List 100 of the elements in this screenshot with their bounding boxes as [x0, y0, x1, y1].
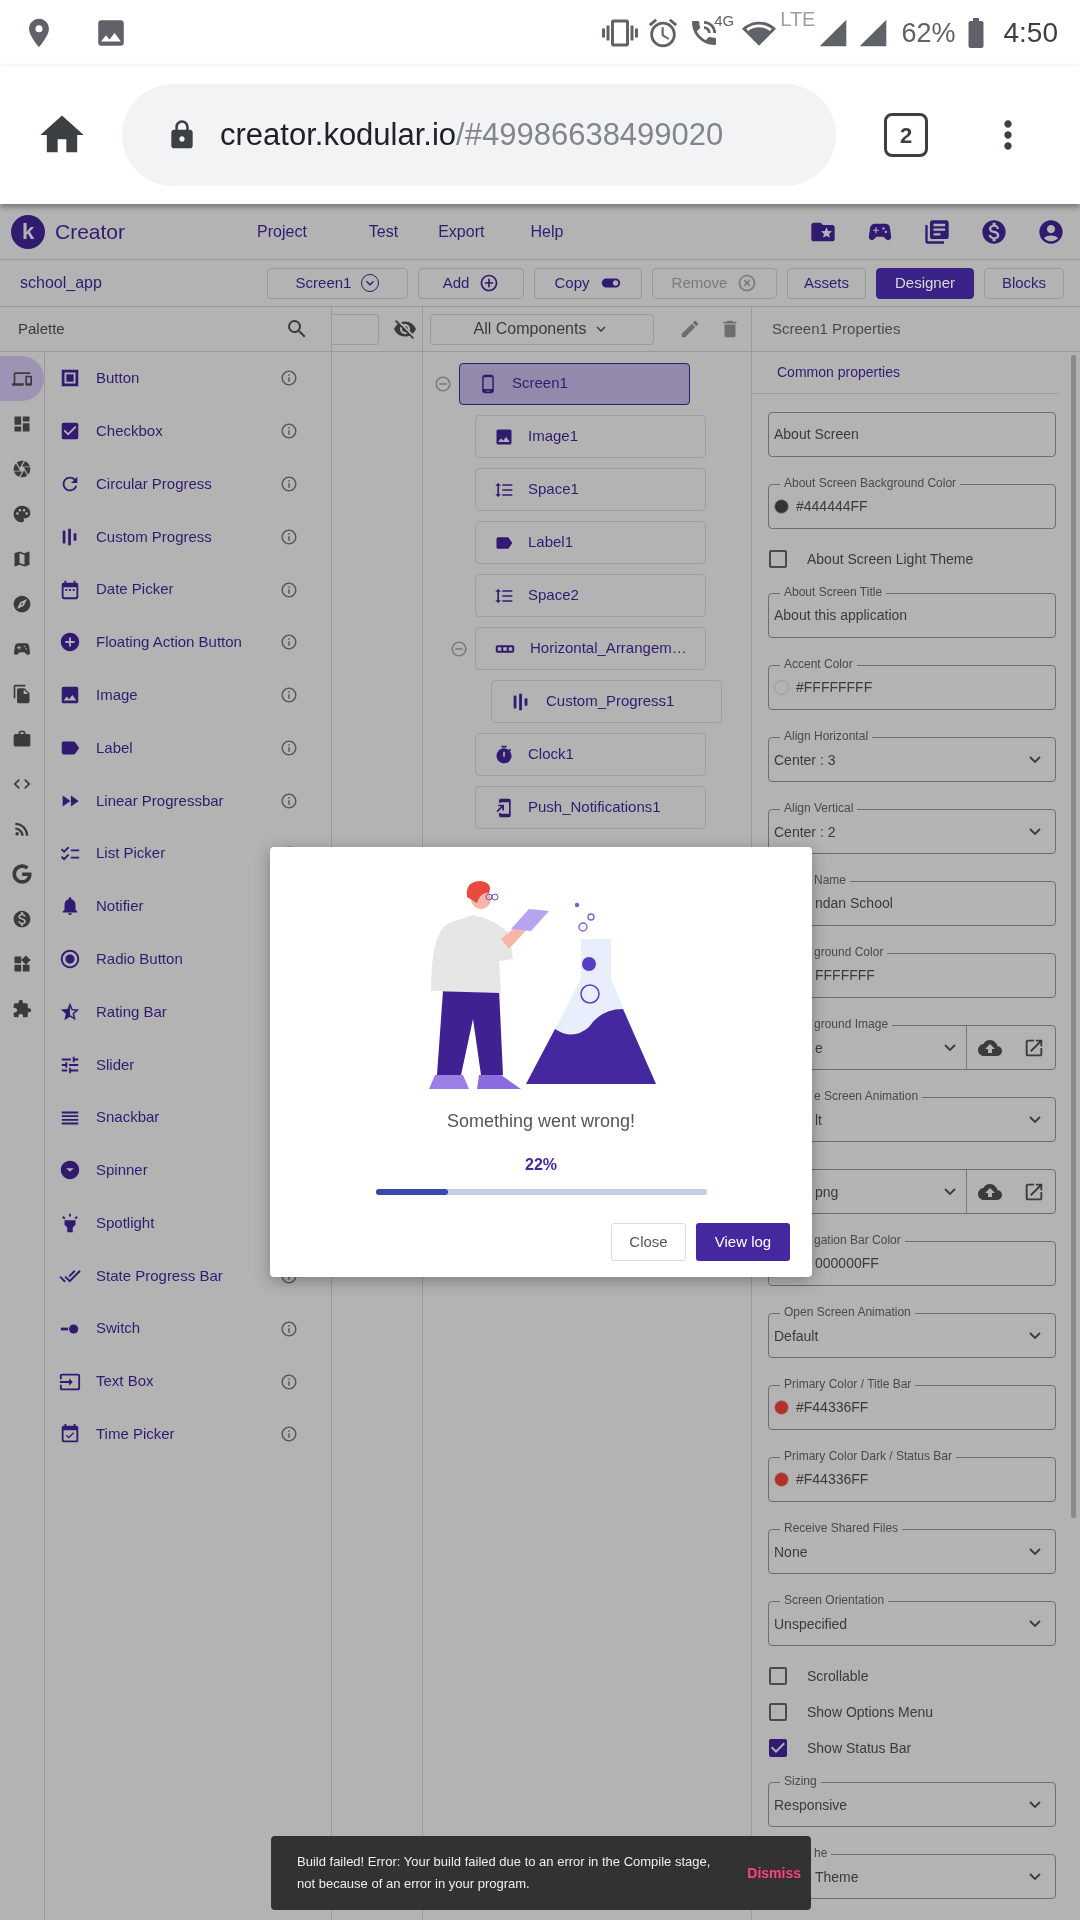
snackbar-message: Build failed! Error: Your build failed due to an error in the Compile stage, not because of an error in your program.	[297, 1853, 712, 1893]
component-node[interactable]: Push_Notifications1	[475, 786, 706, 829]
checkbox-label: Scrollable	[807, 1666, 869, 1686]
view-log-button[interactable]: View log	[696, 1223, 790, 1261]
field-label: About Screen Background Color	[780, 475, 961, 491]
checkbox-checked[interactable]	[766, 1736, 790, 1760]
checkbox[interactable]	[766, 547, 790, 571]
info-icon[interactable]	[280, 422, 298, 441]
clock-time: 4:50	[1003, 16, 1058, 50]
close-button[interactable]: Close	[611, 1223, 686, 1261]
field-label: ground Image	[810, 1016, 893, 1032]
view-tab[interactable]: Designer	[876, 267, 974, 299]
menu-item[interactable]: Test	[368, 219, 399, 244]
battery-percent: 62%	[901, 16, 956, 50]
view-tab[interactable]: Assets	[787, 267, 866, 299]
chevron-down-icon	[1029, 1115, 1041, 1124]
component-node[interactable]: Clock1	[475, 733, 706, 776]
palette-item[interactable]: Time Picker	[96, 1423, 280, 1446]
palette-item[interactable]: Label	[96, 736, 280, 760]
palette-icon	[12, 503, 32, 524]
toolbar-button[interactable]: Screen1	[267, 267, 408, 299]
checkbox-label: Show Status Bar	[807, 1738, 912, 1758]
remove-icon	[737, 273, 758, 293]
puzzle-icon	[12, 998, 32, 1019]
menu-item[interactable]: Project	[257, 219, 307, 244]
library-icon[interactable]	[923, 217, 951, 246]
tab-count[interactable]: 2	[884, 113, 928, 157]
palette-item[interactable]: Switch	[96, 1317, 280, 1340]
palette-item[interactable]: Image	[96, 683, 280, 707]
toolbar-button[interactable]: Copy	[534, 267, 642, 299]
phone-notification-icon	[494, 797, 514, 818]
component-node[interactable]: Image1	[475, 415, 706, 458]
component-node[interactable]: Space2	[475, 574, 706, 617]
aperture-icon	[12, 458, 32, 479]
category-tab[interactable]	[0, 356, 44, 401]
view-tab[interactable]: Blocks	[984, 267, 1064, 299]
info-icon[interactable]	[280, 738, 298, 757]
chevron-down-icon	[1029, 827, 1041, 836]
spotlight-icon	[59, 1212, 81, 1235]
field-label: gation Bar Color	[810, 1232, 905, 1248]
field-label: ground Color	[810, 944, 888, 960]
component-node[interactable]: Custom_Progress1	[491, 680, 722, 723]
chevron-down-icon	[944, 1187, 956, 1196]
kodular-logo[interactable]: k	[11, 214, 45, 249]
account-icon[interactable]	[1037, 217, 1065, 246]
info-icon[interactable]	[280, 475, 298, 493]
panel-title: Palette	[18, 318, 66, 339]
info-icon[interactable]	[280, 369, 298, 388]
checkbox[interactable]	[766, 1664, 790, 1688]
stopwatch-icon	[494, 744, 514, 765]
component-node[interactable]: Screen1	[459, 362, 690, 405]
checkbox[interactable]	[766, 1700, 790, 1724]
checkbox-label: Show Options Menu	[807, 1702, 934, 1722]
briefcase-icon	[12, 728, 32, 749]
scrollbar[interactable]	[1071, 355, 1076, 1518]
component-node[interactable]: Label1	[475, 521, 706, 564]
info-icon[interactable]	[280, 1319, 298, 1338]
palette-item[interactable]: Button	[96, 367, 280, 390]
palette-item[interactable]: Linear Progressbar	[96, 789, 280, 812]
info-icon[interactable]	[280, 1425, 298, 1444]
chevron-down-icon	[1029, 755, 1041, 764]
eye-off-icon[interactable]	[393, 317, 417, 341]
checkbox-label: About Screen Light Theme	[807, 549, 974, 569]
chevron-down-icon	[1029, 1547, 1041, 1556]
menu-item[interactable]: Export	[438, 219, 485, 244]
dollar-icon[interactable]	[980, 217, 1008, 246]
palette-item[interactable]: Checkbox	[96, 419, 280, 443]
component-node[interactable]: Horizontal_Arrangem…	[475, 627, 706, 670]
google-icon	[12, 863, 32, 884]
palette-item[interactable]: Circular Progress	[96, 472, 280, 496]
add-icon	[479, 273, 500, 293]
component-node[interactable]: Space1	[475, 468, 706, 511]
palette-item[interactable]: Date Picker	[96, 578, 280, 601]
info-icon[interactable]	[280, 633, 298, 652]
field-label: Align Horizontal	[780, 728, 873, 744]
toolbar-button[interactable]: Add	[418, 267, 524, 299]
info-icon[interactable]	[280, 686, 298, 705]
info-icon[interactable]	[280, 1372, 298, 1391]
field-label: Open Screen Animation	[780, 1304, 915, 1320]
info-icon[interactable]	[280, 580, 298, 599]
radio-icon	[59, 948, 81, 971]
menu-item[interactable]: Help	[530, 219, 564, 244]
palette-item[interactable]: Floating Action Button	[96, 631, 280, 654]
chevron-down-icon	[1029, 1619, 1041, 1628]
info-icon[interactable]	[280, 527, 298, 546]
url-text: creator.kodular.io/#49986638499020	[220, 115, 724, 154]
filter-dropdown[interactable]: All Components	[430, 313, 654, 345]
section-tab[interactable]: Common properties	[777, 362, 900, 383]
chevron-down-icon	[1029, 1331, 1041, 1340]
chevron-down-icon	[1029, 1800, 1041, 1809]
field-label: Primary Color / Title Bar	[780, 1376, 916, 1392]
progress-percent: 22%	[525, 1155, 557, 1175]
palette-item[interactable]: Text Box	[96, 1370, 280, 1393]
search-field[interactable]	[332, 313, 379, 345]
address-bar[interactable]: creator.kodular.io/#49986638499020	[122, 84, 836, 186]
chevron-down-icon	[1029, 1872, 1041, 1881]
files-icon	[12, 683, 32, 704]
field-label: Sizing	[780, 1773, 821, 1789]
palette-item[interactable]: Custom Progress	[96, 525, 280, 549]
info-icon[interactable]	[280, 791, 298, 810]
